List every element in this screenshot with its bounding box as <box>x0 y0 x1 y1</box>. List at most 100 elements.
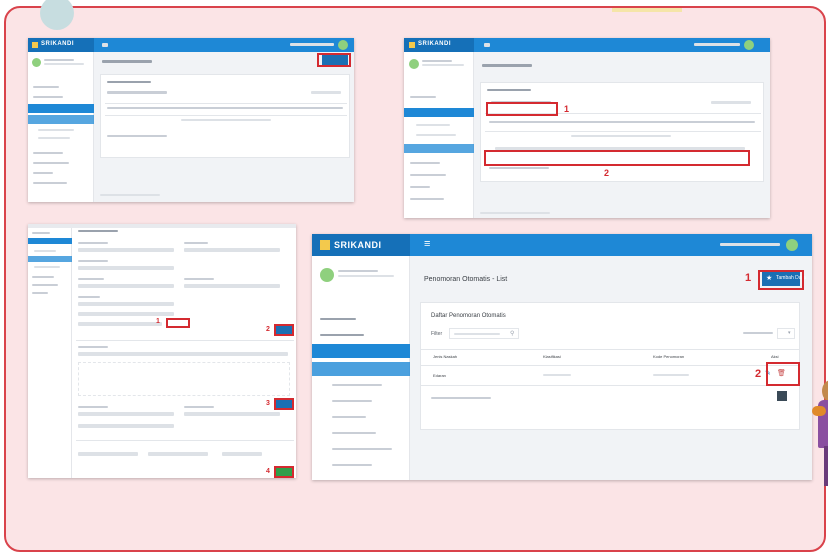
sidebar-item-active[interactable] <box>312 344 410 358</box>
sidebar-item-active[interactable] <box>28 238 72 244</box>
app-logo-text: SRIKANDI <box>334 240 382 250</box>
form-field[interactable] <box>78 302 174 306</box>
sidebar-item-active[interactable] <box>404 108 474 117</box>
footer <box>480 212 550 214</box>
brand-area: SRIKANDI <box>312 234 410 256</box>
sidebar-subitem[interactable] <box>332 416 366 418</box>
editor-area[interactable] <box>78 362 290 396</box>
sidebar-subitem[interactable] <box>416 134 456 136</box>
form-field[interactable] <box>78 266 174 270</box>
sidebar-subitem-active[interactable] <box>312 362 410 376</box>
table-top-line <box>421 349 799 350</box>
sidebar <box>312 256 410 480</box>
field-label <box>184 278 214 280</box>
sidebar <box>404 52 474 218</box>
form-field[interactable] <box>78 284 174 288</box>
person-head <box>822 380 828 402</box>
sidebar-avatar <box>32 58 41 67</box>
step-number: 3 <box>266 400 270 407</box>
sidebar-item[interactable] <box>410 174 446 176</box>
decor-tab <box>612 8 682 12</box>
sidebar-subitem-active[interactable] <box>404 144 474 153</box>
app-logo-text: SRIKANDI <box>41 41 75 47</box>
sidebar-item-2[interactable] <box>33 96 63 98</box>
sidebar-subitem[interactable] <box>34 250 56 252</box>
table-cell-klasifikasi <box>543 374 571 376</box>
sidebar-item[interactable] <box>410 186 430 188</box>
form-title <box>78 230 118 232</box>
pagination-info <box>107 135 167 137</box>
sidebar-subitem[interactable] <box>416 124 450 126</box>
pagination-info <box>431 397 491 399</box>
step-number: 1 <box>745 272 752 284</box>
sidebar-item[interactable] <box>410 198 444 200</box>
sidebar-subitem[interactable] <box>34 266 60 268</box>
sidebar-item[interactable] <box>320 334 364 336</box>
pagination-info <box>489 167 549 169</box>
page-size-select[interactable] <box>711 101 751 104</box>
highlight-add-row <box>274 398 294 410</box>
step-number: 1 <box>156 318 160 325</box>
card-title <box>107 81 151 83</box>
page-size-select[interactable]: ▾ <box>777 328 795 339</box>
sidebar-item[interactable] <box>32 232 50 234</box>
form-field[interactable] <box>78 322 162 326</box>
sidebar-item[interactable] <box>410 162 440 164</box>
menu-icon[interactable]: ≡ <box>424 238 430 250</box>
sidebar-subitem-active[interactable] <box>28 256 72 262</box>
sidebar-subitem[interactable] <box>332 448 392 450</box>
sidebar-subitem-active[interactable] <box>28 115 94 124</box>
sidebar-subitem[interactable] <box>332 464 372 466</box>
avatar[interactable] <box>786 239 798 251</box>
form-field[interactable] <box>78 312 174 316</box>
table-header <box>489 121 755 123</box>
sidebar-item[interactable] <box>33 162 69 164</box>
filter-placeholder <box>454 333 500 335</box>
filter-input[interactable] <box>107 91 167 94</box>
avatar[interactable] <box>338 40 348 50</box>
textarea[interactable] <box>78 352 288 356</box>
highlight-actions <box>766 362 800 386</box>
sidebar-subitem[interactable] <box>332 400 372 402</box>
sidebar-item[interactable] <box>33 182 67 184</box>
table-line <box>105 115 347 116</box>
list-card: Daftar Penomoran Otomatis Filter ⚲ ▾ Jen… <box>420 302 800 430</box>
sidebar-subitem[interactable] <box>38 129 74 131</box>
form-field[interactable] <box>78 248 174 252</box>
sidebar-item[interactable] <box>32 276 54 278</box>
sidebar-item[interactable] <box>32 284 58 286</box>
empty-row <box>571 135 671 137</box>
sidebar-item-beranda[interactable] <box>33 86 59 88</box>
sidebar-subitem[interactable] <box>332 432 376 434</box>
field-label <box>78 260 108 262</box>
page-1-button[interactable] <box>777 391 787 401</box>
topbar: SRIKANDI <box>28 38 354 52</box>
sidebar-item[interactable] <box>32 292 48 294</box>
form-field[interactable] <box>184 412 280 416</box>
field-label <box>78 346 108 348</box>
sidebar-subitem[interactable] <box>332 384 382 386</box>
menu-icon[interactable] <box>102 43 108 47</box>
step-number: 2 <box>604 168 610 178</box>
table-header-line <box>105 103 347 104</box>
menu-icon[interactable] <box>484 43 490 47</box>
form-field[interactable] <box>78 424 174 428</box>
filter-input[interactable]: ⚲ <box>449 328 519 339</box>
avatar[interactable] <box>744 40 754 50</box>
sidebar-subitem[interactable] <box>38 137 70 139</box>
user-name <box>720 243 780 246</box>
form-field[interactable] <box>78 452 138 456</box>
sidebar-item[interactable] <box>33 172 53 174</box>
form-field[interactable] <box>148 452 208 456</box>
profile-name <box>338 270 378 272</box>
form-field[interactable] <box>184 284 280 288</box>
form-field[interactable] <box>184 248 280 252</box>
form-field[interactable] <box>222 452 262 456</box>
sidebar-avatar <box>409 59 419 69</box>
sidebar-item[interactable] <box>410 96 436 98</box>
sidebar-item-beranda[interactable] <box>320 318 356 320</box>
page-size-select[interactable] <box>311 91 341 94</box>
form-field[interactable] <box>78 412 174 416</box>
sidebar-item[interactable] <box>33 152 63 154</box>
sidebar-item-active[interactable] <box>28 104 94 113</box>
